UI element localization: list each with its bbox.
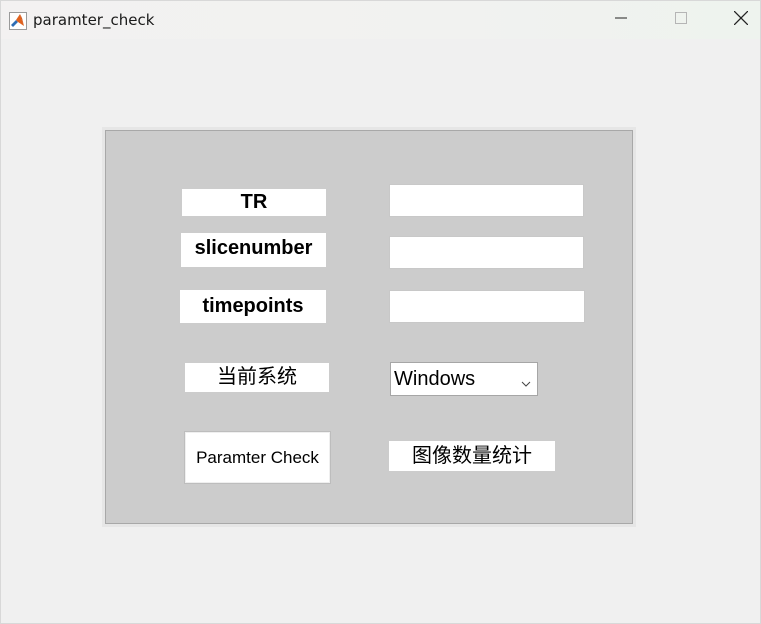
close-button[interactable] xyxy=(718,1,761,39)
tr-label: TR xyxy=(182,189,326,216)
slicenumber-input[interactable] xyxy=(389,236,584,269)
parameter-panel: TR slicenumber timepoints 当前系统 Windows P… xyxy=(102,127,636,527)
window-title: paramter_check xyxy=(33,11,155,29)
matlab-icon xyxy=(9,12,27,30)
paramter-check-button[interactable]: Paramter Check xyxy=(184,431,331,484)
title-bar[interactable]: paramter_check xyxy=(1,1,760,39)
maximize-button[interactable] xyxy=(658,1,704,39)
image-count-label: 图像数量统计 xyxy=(389,441,555,471)
current-system-label: 当前系统 xyxy=(185,363,329,392)
slicenumber-label: slicenumber xyxy=(181,233,326,267)
chevron-down-icon xyxy=(521,372,531,387)
app-window: paramter_check TR slicenumber timepoints… xyxy=(0,0,761,624)
system-select[interactable]: Windows xyxy=(390,362,538,396)
maximize-icon xyxy=(675,11,687,29)
system-select-value: Windows xyxy=(394,368,476,390)
minimize-button[interactable] xyxy=(598,1,644,39)
timepoints-label: timepoints xyxy=(180,290,326,323)
minimize-icon xyxy=(615,11,627,29)
close-icon xyxy=(733,10,749,30)
tr-input[interactable] xyxy=(389,184,584,217)
timepoints-input[interactable] xyxy=(389,290,585,323)
